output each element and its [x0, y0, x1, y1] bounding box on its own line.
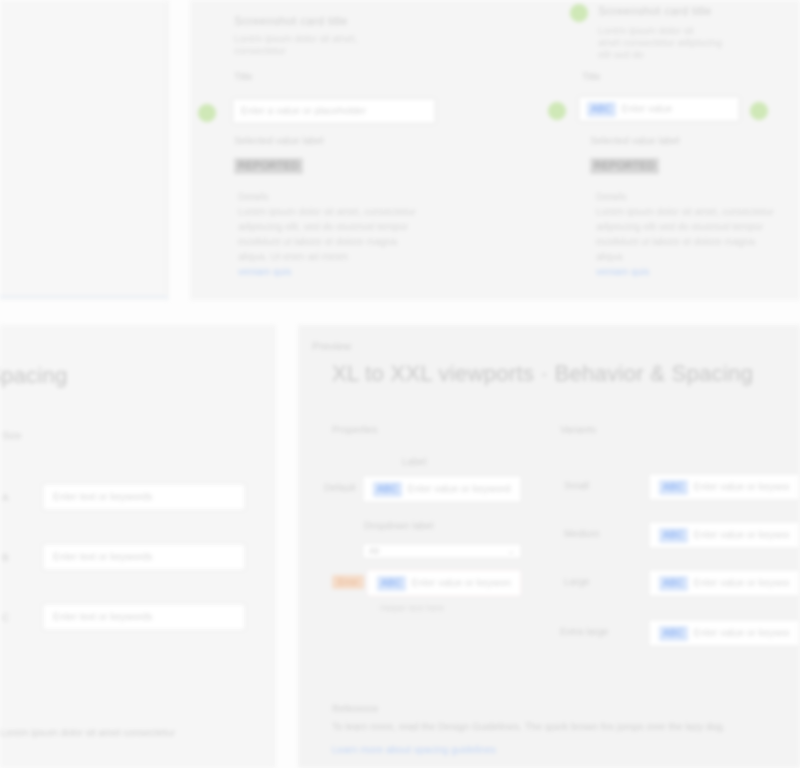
input-chip: ABC [377, 575, 406, 591]
body-text-block: Details Lorem ipsum dolor sit amet, cons… [238, 190, 428, 280]
top-left-divider-line [0, 296, 168, 298]
top-right-input[interactable]: ABC Enter value [578, 96, 740, 122]
input-placeholder: Enter value or keywords [693, 481, 789, 493]
body-link[interactable]: veniam quis [596, 265, 776, 280]
section-title: Spacing [0, 363, 68, 388]
bottom-left-panel: Spacing Size A Enter text or keywords B … [0, 325, 275, 768]
top-left-sidebar-panel [0, 0, 168, 300]
variant-label: Small [564, 481, 590, 492]
field-label: Title [582, 72, 601, 83]
blurred-ui-canvas: Screenshot card title Lorem ipsum dolor … [0, 0, 800, 768]
status-pill: REPORTED [234, 158, 303, 174]
status-pill: REPORTED [590, 158, 659, 174]
bottom-preview-panel: Preview XL to XXL viewports · Behavior &… [298, 325, 800, 768]
variant-label: Medium [564, 529, 600, 540]
variant-label: Extra large [560, 627, 609, 638]
input-chip: ABC [587, 101, 616, 117]
input-placeholder: Enter value or keywords [411, 577, 511, 589]
input-placeholder: Enter text or keywords [53, 491, 153, 503]
variant-input[interactable]: ABC Enter value or keywords [648, 473, 800, 501]
green-indicator-icon [548, 102, 566, 120]
text-input[interactable]: Enter text or keywords [42, 603, 246, 631]
error-input[interactable]: ABC Enter value or keywords [366, 569, 522, 597]
top-preview-panel: Screenshot card title Lorem ipsum dolor … [190, 0, 800, 300]
input-placeholder: Enter text or keywords [53, 551, 153, 563]
row-label: A [2, 493, 9, 504]
input-chip: ABC [659, 625, 688, 641]
input-chip: ABC [659, 575, 688, 591]
dropdown-select[interactable]: All ⌄ [362, 543, 522, 559]
input-chip: ABC [659, 479, 688, 495]
breadcrumb[interactable]: Preview [312, 341, 351, 353]
text-input[interactable]: Enter text or keywords [42, 543, 246, 571]
section-label: Selected value label [234, 136, 324, 147]
row-label: Default [324, 483, 356, 494]
note-link[interactable]: Learn more about spacing guidelines [332, 745, 496, 756]
input-placeholder: Enter value or keywords [693, 577, 789, 589]
dropdown-label: Dropdown label [364, 521, 434, 532]
helper-text: Helper text here [380, 603, 445, 613]
row-label: B [2, 553, 9, 564]
top-left-column: Screenshot card title Lorem ipsum dolor … [234, 14, 504, 83]
dropdown-value: All [369, 546, 380, 556]
variant-input[interactable]: ABC Enter value or keywords [648, 569, 800, 597]
field-label: Title [234, 72, 253, 83]
green-indicator-icon [198, 104, 216, 122]
note-text: To learn more, read the Design Guideline… [332, 722, 726, 733]
top-left-input[interactable]: Enter a value or placeholder [232, 98, 436, 124]
input-placeholder: Enter value or keywords [693, 529, 789, 541]
card-subtitle: Lorem ipsum dolor sit amet, consectetur [234, 34, 358, 57]
body-text-block: Details Lorem ipsum dolor sit amet, cons… [596, 190, 776, 280]
variant-input[interactable]: ABC Enter value or keywords [648, 619, 800, 647]
card-subtitle: Lorem ipsum dolor sit amet consectetur a… [598, 26, 722, 61]
chevron-down-icon: ⌄ [507, 545, 515, 556]
variant-label: Large [564, 577, 590, 588]
error-badge: Error [332, 575, 364, 589]
input-placeholder: Enter value or keywords [407, 483, 511, 495]
input-placeholder: Enter text or keywords [53, 611, 153, 623]
input-placeholder: Enter value [621, 103, 673, 115]
input-placeholder: Enter value or keywords [693, 627, 789, 639]
variant-input[interactable]: ABC Enter value or keywords [648, 521, 800, 549]
section-label: Selected value label [590, 136, 680, 147]
text-input[interactable]: Enter text or keywords [42, 483, 246, 511]
card-title: Screenshot card title [598, 4, 712, 18]
small-label: Label [402, 457, 427, 468]
block-header: Variants [560, 425, 596, 436]
top-right-column: Screenshot card title Lorem ipsum dolor … [598, 4, 788, 62]
default-input[interactable]: ABC Enter value or keywords [362, 475, 522, 503]
body-link[interactable]: veniam quis [238, 265, 428, 280]
caption: Size [2, 431, 22, 442]
row-label: C [2, 613, 10, 624]
input-chip: ABC [373, 481, 402, 497]
green-indicator-icon [750, 102, 768, 120]
block-header: Properties [332, 425, 378, 436]
note-heading: Reference [332, 704, 379, 715]
input-placeholder: Enter a value or placeholder [241, 105, 367, 117]
page-title: XL to XXL viewports · Behavior & Spacing [332, 361, 754, 386]
green-indicator-icon [570, 4, 588, 22]
input-chip: ABC [659, 527, 688, 543]
card-title: Screenshot card title [234, 14, 348, 28]
footer-text: Lorem ipsum dolor sit amet consectetur [0, 728, 176, 739]
